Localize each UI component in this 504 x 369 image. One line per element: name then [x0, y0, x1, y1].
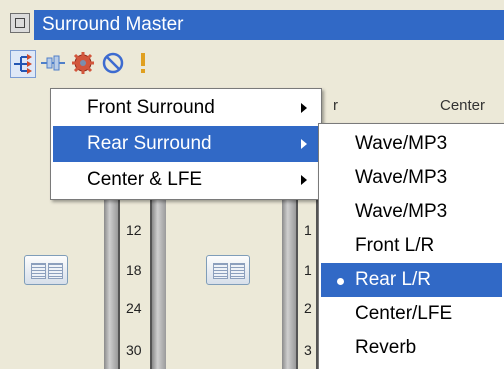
connector-icon [41, 55, 65, 71]
submenu-rear-surround: Wave/MP3 Wave/MP3 Wave/MP3 Front L/R Rea… [318, 123, 504, 369]
submenu-item[interactable]: Wave/MP3 [321, 195, 502, 229]
exclamation-icon [141, 53, 145, 73]
submenu-arrow-icon [301, 103, 307, 113]
submenu-item-label: Wave/MP3 [355, 167, 448, 188]
submenu-item-reverb[interactable]: Reverb [321, 331, 502, 365]
scale-tick: 24 [126, 300, 142, 316]
disable-button[interactable] [100, 50, 126, 78]
scale-tick: 1 [304, 222, 312, 238]
submenu-arrow-icon [301, 139, 307, 149]
settings-button[interactable] [70, 50, 96, 78]
context-menu: Front Surround Rear Surround Center & LF… [50, 88, 322, 200]
connector-button[interactable] [40, 50, 66, 78]
menu-item-rear-surround[interactable]: Rear Surround [53, 126, 319, 162]
submenu-item-label: Rear L/R [355, 269, 432, 290]
submenu-item-front-lr[interactable]: Front L/R [321, 229, 502, 263]
submenu-item-label: Center/LFE [355, 303, 453, 324]
scale-tick: 3 [304, 342, 312, 358]
scale-tick: 18 [126, 262, 142, 278]
submenu-item[interactable]: Wave/MP3 [321, 161, 502, 195]
submenu-item-label: Wave/MP3 [355, 201, 448, 222]
column-label-center: Center [440, 97, 486, 114]
routing-button[interactable] [10, 50, 36, 78]
scale-tick: 30 [126, 342, 142, 358]
menu-item-label: Rear Surround [87, 133, 212, 154]
submenu-item-center-lfe[interactable]: Center/LFE [321, 297, 502, 331]
routing-icon [14, 54, 32, 74]
submenu-item[interactable]: Wave/MP3 [321, 127, 502, 161]
scale-tick: 2 [304, 300, 312, 316]
submenu-item-rear-lr[interactable]: Rear L/R [321, 263, 502, 297]
gear-icon [72, 52, 94, 74]
slider-thumb-right[interactable] [206, 255, 250, 285]
slider-track-left-2[interactable] [152, 200, 166, 369]
submenu-item-label: Front L/R [355, 235, 435, 256]
alert-button[interactable] [130, 50, 156, 78]
column-label-partial: r [333, 97, 338, 114]
submenu-item-label: Reverb [355, 337, 417, 358]
menu-item-center-lfe[interactable]: Center & LFE [53, 162, 319, 198]
no-entry-icon [102, 52, 124, 74]
menu-item-front-surround[interactable]: Front Surround [53, 90, 319, 126]
menu-item-label: Center & LFE [87, 169, 203, 190]
slider-track-right[interactable] [282, 200, 296, 369]
radio-dot-icon [337, 278, 344, 285]
window-title: Surround Master [34, 10, 504, 40]
slider-track-left[interactable] [104, 200, 118, 369]
menu-item-label: Front Surround [87, 97, 215, 118]
scale-tick: 1 [304, 262, 312, 278]
submenu-item-label: Wave/MP3 [355, 133, 448, 154]
db-scale-left: 12 18 24 30 [118, 200, 152, 369]
slider-thumb-left[interactable] [24, 255, 68, 285]
toolbar [10, 50, 210, 80]
title-bar: Surround Master [0, 0, 504, 44]
scale-tick: 12 [126, 222, 142, 238]
window-icon[interactable] [10, 13, 30, 33]
submenu-arrow-icon [301, 175, 307, 185]
db-scale-right: 1 1 2 3 [296, 200, 318, 369]
